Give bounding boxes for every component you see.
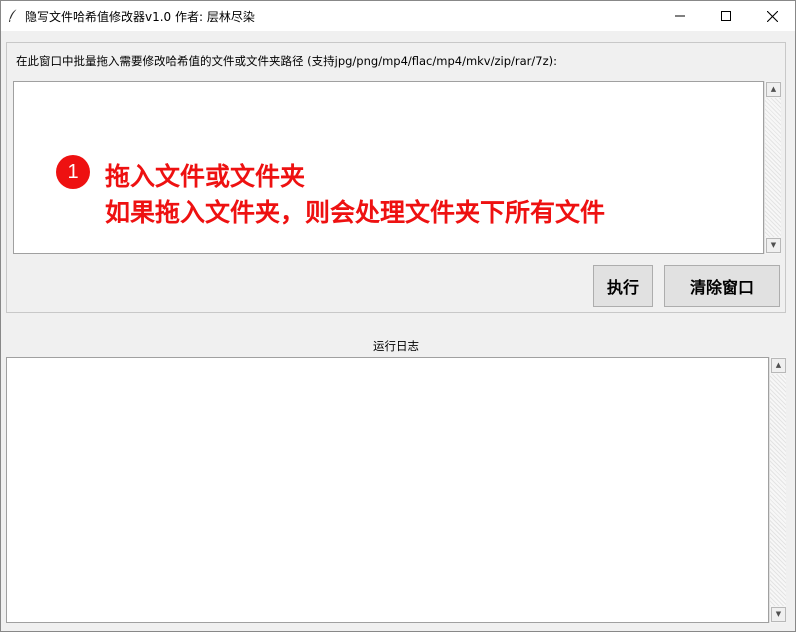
close-button[interactable]	[749, 1, 795, 31]
scroll-track[interactable]	[770, 374, 786, 606]
input-scrollbar[interactable]: ▲ ▼	[764, 81, 781, 254]
feather-icon	[1, 1, 25, 31]
app-window: 隐写文件哈希值修改器v1.0 作者: 层林尽染 在此窗口中批量拖入需要修改哈希值…	[0, 0, 796, 632]
maximize-icon	[721, 11, 731, 21]
scroll-track[interactable]	[765, 98, 781, 237]
log-scrollbar[interactable]: ▲ ▼	[769, 357, 786, 623]
execute-button[interactable]: 执行	[593, 265, 653, 307]
scroll-down-arrow-icon[interactable]: ▼	[771, 607, 786, 622]
title-bar[interactable]: 隐写文件哈希值修改器v1.0 作者: 层林尽染	[1, 1, 795, 31]
annotation-line-2: 如果拖入文件夹，则会处理文件夹下所有文件	[105, 198, 606, 227]
scroll-up-arrow-icon[interactable]: ▲	[771, 358, 786, 373]
input-frame-label: 在此窗口中批量拖入需要修改哈希值的文件或文件夹路径 (支持jpg/png/mp4…	[16, 54, 557, 68]
scroll-down-arrow-icon[interactable]: ▼	[766, 238, 781, 253]
clear-window-button[interactable]: 清除窗口	[664, 265, 780, 307]
step-number-badge: 1	[56, 155, 90, 189]
log-textarea[interactable]	[6, 357, 769, 623]
annotation-line-1: 拖入文件或文件夹	[105, 162, 306, 191]
minimize-icon	[675, 15, 685, 17]
scroll-up-arrow-icon[interactable]: ▲	[766, 82, 781, 97]
close-icon	[766, 10, 778, 22]
minimize-button[interactable]	[657, 1, 703, 31]
log-label: 运行日志	[373, 339, 419, 353]
maximize-button[interactable]	[703, 1, 749, 31]
window-title: 隐写文件哈希值修改器v1.0 作者: 层林尽染	[25, 9, 255, 24]
